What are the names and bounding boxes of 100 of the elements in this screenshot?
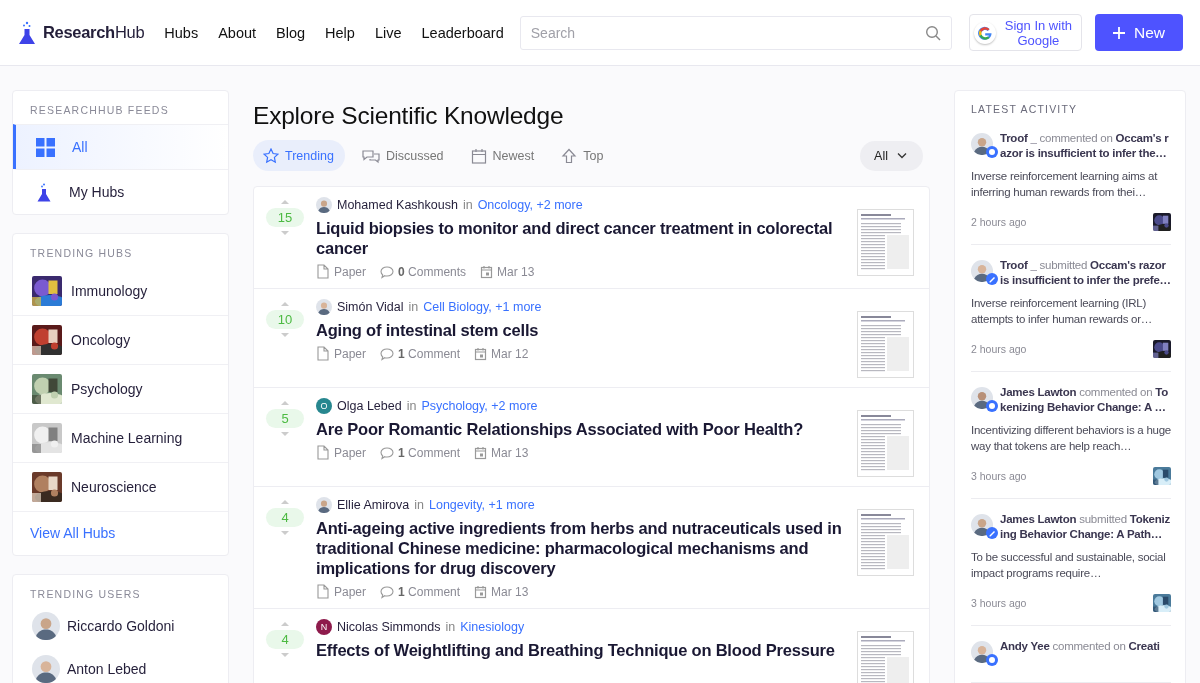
view-all-link[interactable]: View All Hubs bbox=[13, 512, 228, 555]
feed-tab[interactable]: Top bbox=[551, 140, 615, 171]
vote-score: 4 bbox=[266, 630, 304, 649]
in-label: in bbox=[462, 198, 473, 212]
upvote-icon[interactable] bbox=[280, 400, 290, 406]
activity-time: 2 hours ago bbox=[971, 216, 1027, 228]
nav-link[interactable]: Hubs bbox=[154, 18, 209, 47]
hub-link[interactable]: Oncology, +2 more bbox=[477, 198, 583, 212]
user-item[interactable]: Anton Lebed bbox=[13, 647, 228, 683]
hub-link[interactable]: Longevity, +1 more bbox=[429, 498, 535, 512]
document-thumbnail-icon bbox=[857, 311, 914, 378]
author-name[interactable]: Mohamed Kashkoush bbox=[337, 198, 458, 212]
post-type: Paper bbox=[316, 445, 367, 460]
downvote-icon[interactable] bbox=[280, 431, 290, 437]
hub-item[interactable]: Oncology bbox=[13, 316, 228, 365]
post-title[interactable]: Aging of intestinal stem cells bbox=[316, 320, 845, 340]
in-label: in bbox=[406, 399, 417, 413]
feed-item[interactable]: My Hubs bbox=[13, 169, 228, 214]
hub-item[interactable]: Neuroscience bbox=[13, 463, 228, 512]
activity-time: 3 hours ago bbox=[971, 597, 1027, 609]
section-title: LATEST ACTIVITY bbox=[971, 103, 1079, 115]
post-date: Mar 13 bbox=[474, 584, 529, 599]
upvote-icon[interactable] bbox=[280, 301, 290, 307]
comments-link[interactable]: 0 Comments bbox=[380, 264, 467, 279]
user-item[interactable]: Riccardo Goldoni bbox=[13, 604, 228, 647]
in-label: in bbox=[414, 498, 424, 512]
comments-link[interactable]: 1 Comment bbox=[380, 584, 461, 599]
avatar-icon bbox=[316, 197, 332, 213]
hub-item[interactable]: Psychology bbox=[13, 365, 228, 414]
flask-icon bbox=[36, 182, 52, 202]
downvote-icon[interactable] bbox=[280, 530, 290, 536]
hub-link[interactable]: Psychology, +2 more bbox=[421, 399, 538, 413]
feed-tab[interactable]: Newest bbox=[460, 140, 546, 171]
up-arrow-icon bbox=[561, 147, 578, 164]
nav-link[interactable]: Leaderboard bbox=[411, 18, 514, 47]
calendar-icon bbox=[474, 445, 488, 460]
hub-link[interactable]: Kinesiology bbox=[460, 620, 525, 634]
search-icon bbox=[924, 24, 941, 41]
feed-item[interactable]: All bbox=[13, 124, 228, 169]
section-title: RESEARCHHUB FEEDS bbox=[29, 103, 170, 118]
hub-link[interactable]: Cell Biology, +1 more bbox=[423, 300, 542, 314]
upvote-icon[interactable] bbox=[280, 621, 290, 627]
sign-in-button[interactable]: Sign In with Google bbox=[968, 14, 1082, 51]
in-label: in bbox=[408, 300, 419, 314]
document-icon bbox=[316, 264, 330, 279]
avatar-icon bbox=[32, 611, 60, 640]
vote-score: 5 bbox=[266, 409, 304, 428]
downvote-icon[interactable] bbox=[280, 652, 290, 658]
author-name[interactable]: Ellie Amirova bbox=[337, 498, 410, 512]
comment-icon bbox=[380, 346, 395, 361]
activity-text[interactable]: Troof _ commented on Occam's razor is insufficient to infer the… bbox=[1000, 131, 1171, 161]
comments-link[interactable]: 1 Comment bbox=[380, 346, 461, 361]
pencil-badge-icon bbox=[986, 527, 998, 539]
downvote-icon[interactable] bbox=[280, 332, 290, 338]
hub-item[interactable]: Immunology bbox=[13, 267, 228, 316]
avatar-icon bbox=[316, 299, 332, 315]
nav-link[interactable]: About bbox=[208, 18, 267, 47]
upvote-icon[interactable] bbox=[280, 199, 290, 205]
star-icon bbox=[263, 147, 279, 164]
filter-dropdown[interactable]: All bbox=[860, 140, 923, 171]
author-name[interactable]: Olga Lebed bbox=[337, 399, 402, 413]
activity-snippet: Inverse reinforcement learning (IRL) attempts to infer human rewards or… bbox=[971, 296, 1154, 327]
feed-tab[interactable]: Discussed bbox=[350, 140, 455, 171]
logo-text[interactable]: ResearchHub bbox=[43, 23, 145, 42]
feed-tab[interactable]: Trending bbox=[253, 140, 345, 171]
author-name[interactable]: Nicolas Simmonds bbox=[337, 620, 441, 634]
page-title: Explore Scientific Knowledge bbox=[253, 102, 565, 130]
nav-link[interactable]: Blog bbox=[266, 18, 316, 47]
activity-text[interactable]: Troof _ submitted Occam's razor is insufficient to infer the prefe… bbox=[1000, 258, 1171, 288]
search-field[interactable]: Search bbox=[519, 15, 952, 50]
document-icon bbox=[316, 346, 330, 361]
post-date: Mar 12 bbox=[474, 346, 529, 361]
pencil-badge-icon bbox=[986, 273, 998, 285]
post-title[interactable]: Anti-ageing active ingredients from herbs and nutraceuticals used in traditional Chinese medicine: pharmacological mechanisms and implications for drug discovery bbox=[316, 518, 845, 578]
downvote-icon[interactable] bbox=[280, 230, 290, 236]
hub-item[interactable]: Machine Learning bbox=[13, 414, 228, 463]
calendar-icon bbox=[480, 264, 494, 279]
post-title[interactable]: Liquid biopsies to monitor and direct cancer treatment in colorectal cancer bbox=[316, 218, 845, 258]
nav-link[interactable]: Help bbox=[315, 18, 365, 47]
document-icon bbox=[316, 584, 330, 599]
activity-text[interactable]: James Lawton submitted Tokenizing Behavior Change: A Path… bbox=[1000, 512, 1171, 542]
author-name[interactable]: Simón Vidal bbox=[337, 300, 404, 314]
new-button[interactable]: New bbox=[1095, 14, 1183, 51]
comment-icon bbox=[380, 584, 395, 599]
post-type: Paper bbox=[316, 264, 367, 279]
activity-text[interactable]: James Lawton commented on Tokenizing Behavior Change: A … bbox=[1000, 385, 1171, 415]
activity-snippet: Inverse reinforcement learning aims at inferring human rewards from thei… bbox=[971, 169, 1159, 200]
comment-icon bbox=[380, 445, 395, 460]
upvote-icon[interactable] bbox=[280, 499, 290, 505]
comments-link[interactable]: 1 Comment bbox=[380, 445, 461, 460]
calendar-icon bbox=[470, 147, 487, 164]
post-date: Mar 13 bbox=[480, 264, 535, 279]
comment-badge-icon bbox=[986, 654, 998, 666]
document-thumbnail-icon bbox=[857, 209, 914, 276]
vote-score: 4 bbox=[266, 508, 304, 527]
author-avatar: O bbox=[316, 398, 332, 414]
post-title[interactable]: Are Poor Romantic Relationships Associated with Poor Health? bbox=[316, 419, 845, 439]
activity-text[interactable]: Andy Yee commented on Creati bbox=[1000, 639, 1160, 669]
post-title[interactable]: Effects of Weightlifting and Breathing Technique on Blood Pressure bbox=[316, 640, 845, 660]
nav-link[interactable]: Live bbox=[364, 18, 412, 47]
